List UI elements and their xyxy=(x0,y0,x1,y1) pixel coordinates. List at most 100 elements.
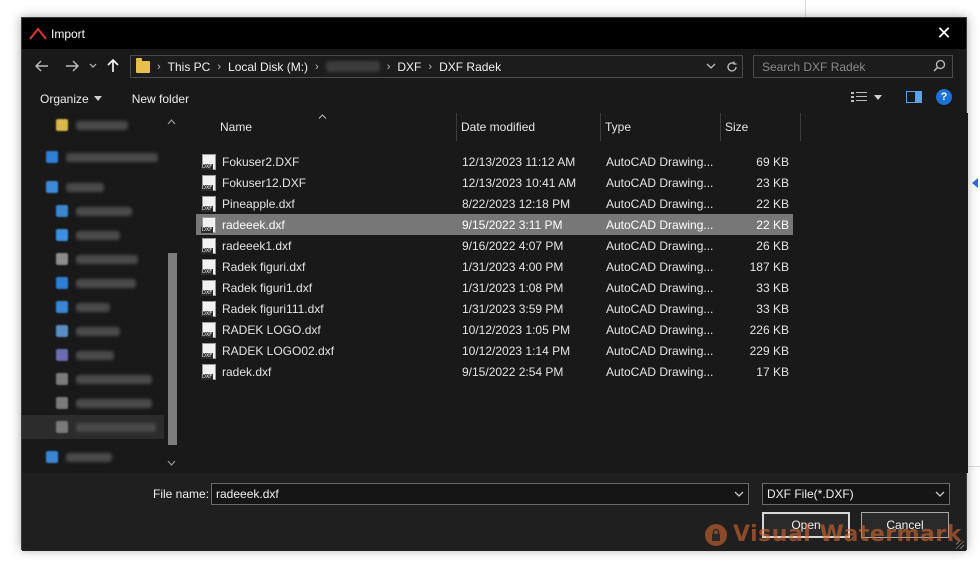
close-button[interactable]: ✕ xyxy=(922,18,966,49)
chevron-down-icon[interactable] xyxy=(734,487,744,501)
drive-icon xyxy=(56,373,68,385)
breadcrumb-redacted[interactable] xyxy=(325,61,380,72)
breadcrumb-dxf-radek[interactable]: DXF Radek xyxy=(439,60,501,74)
nav-item[interactable] xyxy=(22,391,179,415)
nav-item-label xyxy=(76,206,132,216)
file-row[interactable]: RADEK LOGO02.dxf 10/12/2023 1:14 PM AutoCA… xyxy=(196,340,793,361)
dxf-file-icon xyxy=(201,153,216,170)
new-folder-button[interactable]: New folder xyxy=(132,92,189,106)
column-header-size[interactable]: Size xyxy=(721,113,801,141)
breadcrumb-this-pc[interactable]: This PC xyxy=(168,60,211,74)
nav-item-label xyxy=(76,326,120,336)
file-name-cell: Fokuser12.DXF xyxy=(196,174,457,191)
file-name-text: radeeek.dxf xyxy=(222,217,285,232)
sort-ascending-icon xyxy=(318,111,327,121)
file-size-cell: 187 KB xyxy=(749,259,789,274)
file-row[interactable]: Radek figuri111.dxf 1/31/2023 3:59 PM Auto… xyxy=(196,298,793,319)
file-name-cell: Radek figuri.dxf xyxy=(196,258,457,275)
up-button[interactable] xyxy=(100,52,126,80)
recent-locations-button[interactable] xyxy=(86,52,100,80)
nav-item[interactable] xyxy=(22,199,179,223)
file-type-cell: AutoCAD Drawing... xyxy=(606,301,714,316)
change-view-button[interactable] xyxy=(851,91,882,103)
address-bar[interactable]: › This PC › Local Disk (M:) › › DXF › DX… xyxy=(130,55,743,78)
file-name-input[interactable]: radeeek.dxf xyxy=(211,483,749,505)
nav-item[interactable] xyxy=(22,367,179,391)
nav-item-selected[interactable] xyxy=(22,415,179,439)
details-view-icon xyxy=(851,92,867,102)
file-name-value: radeeek.dxf xyxy=(216,487,279,501)
file-row[interactable]: Fokuser2.DXF 12/13/2023 11:12 AM AutoCAD D… xyxy=(196,151,793,172)
file-row[interactable]: radeeek1.dxf 9/16/2022 4:07 PM AutoCAD Dra… xyxy=(196,235,793,256)
preview-pane-icon[interactable] xyxy=(906,91,922,103)
nav-item[interactable] xyxy=(22,145,179,169)
videos-icon xyxy=(56,349,68,361)
nav-item-label xyxy=(76,278,136,288)
download-icon xyxy=(56,277,68,289)
nav-item[interactable] xyxy=(22,319,179,343)
breadcrumb-separator: › xyxy=(428,60,433,73)
nav-item-label xyxy=(76,302,110,312)
file-row[interactable]: Pineapple.dxf 8/22/2023 12:18 PM AutoCAD D… xyxy=(196,193,793,214)
caret-down-icon xyxy=(874,94,882,100)
drive-icon xyxy=(56,397,68,409)
column-header-name[interactable]: Name xyxy=(196,113,457,141)
document-icon xyxy=(56,253,68,265)
file-size-cell: 69 KB xyxy=(756,154,789,169)
file-size-cell: 33 KB xyxy=(756,301,789,316)
file-row[interactable]: Radek figuri.dxf 1/31/2023 4:00 PM AutoCAD… xyxy=(196,256,793,277)
nav-item-label xyxy=(76,422,156,432)
back-button[interactable] xyxy=(28,52,56,80)
breadcrumb-dxf[interactable]: DXF xyxy=(397,60,421,74)
search-box[interactable]: Search DXF Radek xyxy=(753,55,953,78)
nav-item[interactable] xyxy=(22,247,179,271)
nav-item[interactable] xyxy=(22,113,179,137)
watermark: Visual Watermark xyxy=(705,522,962,547)
nav-item[interactable] xyxy=(22,445,179,469)
nav-item[interactable] xyxy=(22,271,179,295)
refresh-icon[interactable] xyxy=(726,61,738,73)
file-name-text: radek.dxf xyxy=(222,364,272,379)
file-row[interactable]: Radek figuri1.dxf 1/31/2023 1:08 PM AutoCA… xyxy=(196,277,793,298)
nav-item[interactable] xyxy=(22,343,179,367)
file-size-cell: 17 KB xyxy=(756,364,789,379)
nav-item[interactable] xyxy=(22,175,179,199)
column-header-type[interactable]: Type xyxy=(601,113,721,141)
computer-icon xyxy=(46,181,58,193)
file-name-text: Radek figuri111.dxf xyxy=(222,301,324,316)
file-row-selected[interactable]: radeeek.dxf 9/15/2022 3:11 PM AutoCAD Draw… xyxy=(196,214,793,235)
dxf-file-icon xyxy=(201,195,216,212)
nav-item-label xyxy=(76,254,138,264)
file-date-cell: 1/31/2023 4:00 PM xyxy=(462,259,564,274)
file-row[interactable]: RADEK LOGO.dxf 10/12/2023 1:05 PM AutoCAD … xyxy=(196,319,793,340)
organize-button[interactable]: Organize xyxy=(40,92,102,106)
file-name-text: Radek figuri1.dxf xyxy=(222,280,313,295)
command-toolbar: Organize New folder ? xyxy=(22,85,966,112)
file-row[interactable]: radek.dxf 9/15/2022 2:54 PM AutoCAD Drawin… xyxy=(196,361,793,382)
forward-arrow-icon xyxy=(66,60,79,72)
forward-button[interactable] xyxy=(58,52,86,80)
column-header-date[interactable]: Date modified xyxy=(457,113,601,141)
nav-scrollbar[interactable] xyxy=(164,113,180,473)
nav-item[interactable] xyxy=(22,223,179,247)
chevron-down-icon[interactable] xyxy=(706,63,716,70)
file-date-cell: 9/15/2022 3:11 PM xyxy=(462,217,563,232)
scroll-up-icon[interactable] xyxy=(167,119,176,125)
file-row[interactable]: Fokuser12.DXF 12/13/2023 10:41 AM AutoCAD … xyxy=(196,172,793,193)
file-type-value: DXF File(*.DXF) xyxy=(767,487,854,501)
scroll-thumb[interactable] xyxy=(168,253,177,445)
breadcrumb-local-disk[interactable]: Local Disk (M:) xyxy=(228,60,308,74)
close-icon: ✕ xyxy=(936,23,952,43)
file-name-cell: Radek figuri111.dxf xyxy=(196,300,457,317)
column-header-label: Name xyxy=(220,120,253,134)
nav-item[interactable] xyxy=(22,295,179,319)
help-button[interactable]: ? xyxy=(936,89,952,105)
file-date-cell: 8/22/2023 12:18 PM xyxy=(462,196,571,211)
watermark-text: Visual Watermark xyxy=(733,522,962,547)
navigation-pane[interactable] xyxy=(22,113,179,473)
file-type-select[interactable]: DXF File(*.DXF) xyxy=(762,483,950,505)
search-icon xyxy=(933,59,946,72)
scroll-down-icon[interactable] xyxy=(167,460,176,466)
file-type-cell: AutoCAD Drawing... xyxy=(606,196,714,211)
file-list: Name Date modified Type Size Fokuser2.DX… xyxy=(180,113,968,473)
